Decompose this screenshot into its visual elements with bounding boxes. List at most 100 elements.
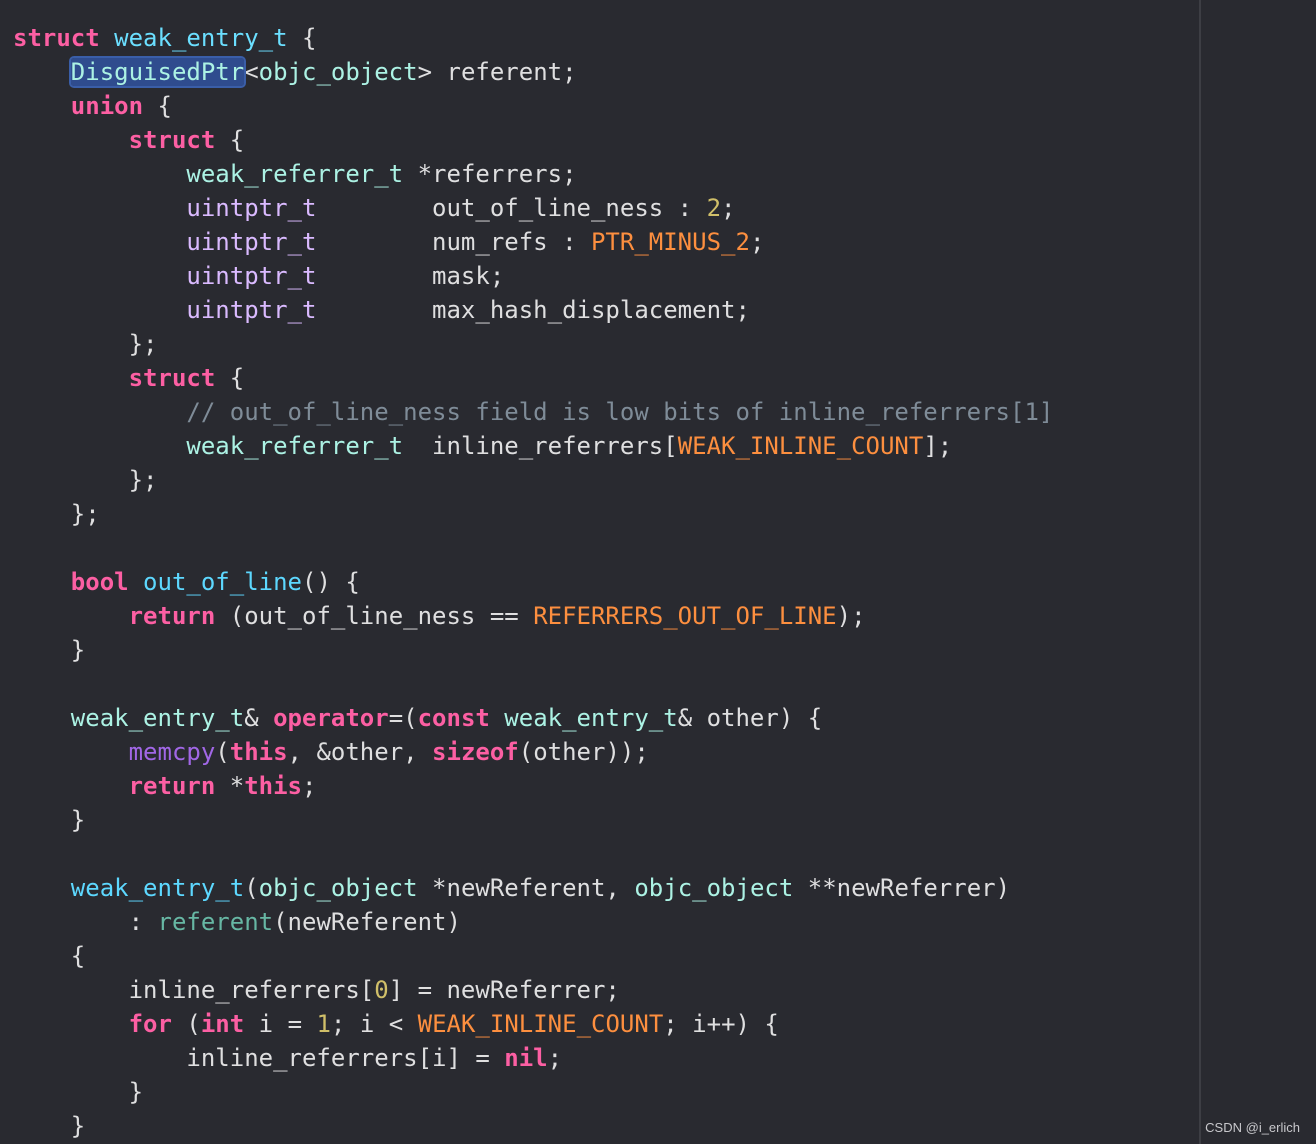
code-line[interactable]: uintptr_t mask;: [13, 259, 504, 293]
code-token: this: [244, 772, 302, 800]
code-line[interactable]: memcpy(this, &other, sizeof(other));: [13, 735, 649, 769]
code-token: 0: [374, 976, 389, 1004]
code-line[interactable]: bool out_of_line() {: [13, 565, 360, 599]
code-token: ; i++) {: [663, 1010, 779, 1038]
code-token: this: [229, 738, 288, 766]
code-token: *referrers;: [403, 160, 577, 188]
code-token: int: [200, 1010, 245, 1038]
code-token: PTR_MINUS_2: [590, 228, 750, 256]
code-token: ];: [923, 432, 953, 460]
code-token: WEAK_INLINE_COUNT: [417, 1010, 664, 1038]
code-text-area[interactable]: struct weak_entry_t { DisguisedPtr<objc_…: [0, 0, 1199, 1144]
code-token: {: [215, 126, 245, 154]
code-token: weak_referrer_t: [186, 432, 404, 460]
code-token: }: [13, 636, 86, 664]
code-token: <: [244, 58, 259, 86]
code-token: memcpy: [128, 738, 216, 766]
code-line[interactable]: union {: [13, 89, 172, 123]
code-line[interactable]: uintptr_t max_hash_displacement;: [13, 293, 750, 327]
code-token: out_of_line_ness :: [316, 194, 707, 222]
code-token: {: [13, 942, 86, 970]
code-token: (: [171, 1010, 201, 1038]
minimap-panel[interactable]: [1201, 0, 1316, 1144]
code-line[interactable]: inline_referrers[0] = newReferrer;: [13, 973, 620, 1007]
code-token: **newReferrer): [793, 874, 1011, 902]
code-token: weak_referrer_t: [186, 160, 404, 188]
code-token: for: [128, 1010, 172, 1038]
code-token: uintptr_t: [186, 296, 317, 324]
code-token: (out_of_line_ness ==: [215, 602, 534, 630]
code-line[interactable]: struct weak_entry_t {: [13, 21, 316, 55]
code-token: struct: [13, 24, 100, 52]
code-line[interactable]: uintptr_t num_refs : PTR_MINUS_2;: [13, 225, 764, 259]
code-token: inline_referrers[: [403, 432, 678, 460]
selected-token: DisguisedPtr: [68, 56, 247, 88]
code-token: sizeof: [432, 738, 519, 766]
code-token: () {: [302, 568, 360, 596]
code-token: {: [215, 364, 245, 392]
code-token: {: [143, 92, 172, 120]
code-line[interactable]: {: [13, 939, 85, 973]
code-token: 2: [706, 194, 722, 222]
code-token: *newReferent,: [417, 874, 635, 902]
code-line[interactable]: uintptr_t out_of_line_ness : 2;: [13, 191, 735, 225]
code-line[interactable]: : referent(newReferent): [13, 905, 461, 939]
code-token: }: [13, 1078, 144, 1106]
code-token: inline_referrers[i] =: [13, 1044, 505, 1072]
code-line[interactable]: for (int i = 1; i < WEAK_INLINE_COUNT; i…: [13, 1007, 779, 1041]
code-token: 1: [316, 1010, 331, 1038]
code-line[interactable]: struct {: [13, 123, 245, 157]
code-token: nil: [504, 1044, 548, 1072]
code-line[interactable]: struct {: [13, 361, 245, 395]
code-token: operator: [273, 704, 389, 732]
code-line[interactable]: weak_entry_t& operator=(const weak_entry…: [13, 701, 822, 735]
code-token: (: [215, 738, 230, 766]
code-token: > referent;: [417, 58, 577, 86]
code-token: ; i <: [330, 1010, 418, 1038]
code-line[interactable]: };: [13, 327, 158, 361]
code-line[interactable]: weak_referrer_t *referrers;: [13, 157, 577, 191]
code-line[interactable]: weak_entry_t(objc_object *newReferent, o…: [13, 871, 1010, 905]
code-token: objc_object: [634, 874, 794, 902]
code-line[interactable]: }: [13, 633, 85, 667]
code-line[interactable]: }: [13, 803, 85, 837]
code-line[interactable]: inline_referrers[i] = nil;: [13, 1041, 562, 1075]
code-token: :: [13, 908, 158, 936]
code-token: };: [13, 466, 158, 494]
code-line[interactable]: }: [13, 1109, 85, 1143]
code-editor[interactable]: struct weak_entry_t { DisguisedPtr<objc_…: [0, 0, 1316, 1144]
code-line[interactable]: };: [13, 497, 100, 531]
code-token: bool: [70, 568, 129, 596]
code-token: // out_of_line_ness field is low bits of…: [186, 398, 1054, 426]
code-line[interactable]: weak_referrer_t inline_referrers[WEAK_IN…: [13, 429, 952, 463]
code-line[interactable]: DisguisedPtr<objc_object> referent;: [13, 55, 577, 89]
code-line[interactable]: };: [13, 463, 158, 497]
code-line[interactable]: // out_of_line_ness field is low bits of…: [13, 395, 1053, 429]
code-token: uintptr_t: [186, 194, 317, 222]
code-line[interactable]: }: [13, 1075, 143, 1109]
code-token: }: [13, 806, 86, 834]
code-token: weak_entry_t: [504, 704, 678, 732]
code-token: };: [13, 330, 158, 358]
code-token: WEAK_INLINE_COUNT: [677, 432, 924, 460]
code-token: uintptr_t: [186, 228, 317, 256]
code-token: (: [244, 874, 259, 902]
code-token: max_hash_displacement;: [316, 296, 750, 324]
code-line[interactable]: return (out_of_line_ness == REFERRERS_OU…: [13, 599, 866, 633]
code-token: return: [128, 602, 216, 630]
code-line[interactable]: return *this;: [13, 769, 317, 803]
code-token: objc_object: [258, 874, 418, 902]
code-token: &: [244, 704, 274, 732]
code-token: ;: [749, 228, 765, 256]
